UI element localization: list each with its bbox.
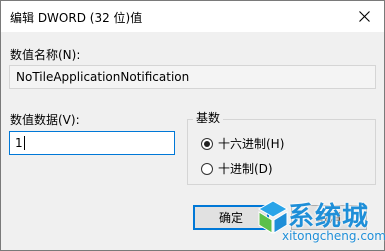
radio-hexadecimal[interactable]: 十六进制(H): [201, 135, 284, 152]
radio-decimal[interactable]: 十进制(D): [201, 160, 273, 177]
value-name-field[interactable]: NoTileApplicationNotification: [9, 65, 376, 89]
radio-hexadecimal-label: 十六进制(H): [218, 137, 285, 151]
value-name-text: NoTileApplicationNotification: [16, 70, 190, 84]
base-group-legend: 基数: [193, 109, 224, 126]
text-caret: [23, 136, 25, 150]
dialog-title: 编辑 DWORD (32 位)值: [10, 11, 143, 25]
radio-decimal-label: 十进制(D): [218, 162, 273, 176]
ok-button-label: 确定: [218, 211, 243, 225]
value-name-label: 数值名称(N):: [10, 48, 81, 62]
value-data-input[interactable]: 1: [9, 131, 175, 155]
radio-unchecked-icon[interactable]: [201, 162, 213, 175]
value-data-label: 数值数据(V):: [10, 113, 80, 127]
close-button[interactable]: [344, 1, 384, 32]
watermark-brand-cn: 系统城: [288, 202, 370, 232]
radio-checked-icon[interactable]: [201, 137, 213, 150]
watermark-brand-url: xitongcheng.com: [282, 229, 385, 243]
value-data-text: 1: [15, 136, 23, 150]
title-bar[interactable]: 编辑 DWORD (32 位)值: [1, 1, 384, 32]
site-watermark: 系统城 xitongcheng.com: [257, 194, 385, 251]
close-icon: [358, 11, 370, 22]
